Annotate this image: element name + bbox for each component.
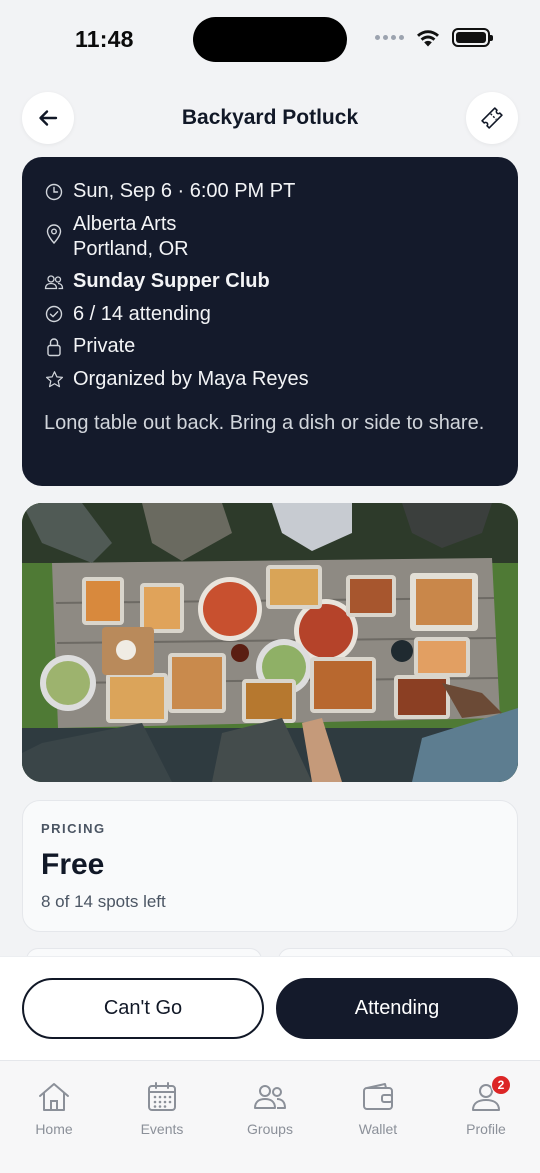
wallet-icon: [360, 1079, 396, 1115]
tab-groups[interactable]: Groups: [216, 1061, 324, 1173]
cant-go-button[interactable]: Can't Go: [22, 978, 264, 1039]
tab-label: Events: [140, 1121, 184, 1137]
cellular-dots-icon: [375, 35, 404, 40]
check-circle-icon: [44, 302, 64, 327]
home-icon: [36, 1079, 72, 1115]
page-title: Backyard Potluck: [181, 106, 359, 129]
event-location-venue: Alberta Arts: [73, 212, 177, 235]
event-organizer: Organized by Maya Reyes: [73, 367, 309, 390]
tab-label: Profile: [466, 1121, 506, 1137]
event-datetime-row: Sun, Sep 6 · 6:00 PM PT: [44, 179, 496, 204]
pricing-value: Free: [41, 848, 105, 881]
ticket-button[interactable]: [466, 92, 518, 144]
tab-label: Groups: [247, 1121, 293, 1137]
event-group: Sunday Supper Club: [73, 270, 270, 292]
tab-label: Wallet: [358, 1121, 398, 1137]
status-time: 11:48: [75, 26, 134, 52]
people-icon: [252, 1079, 288, 1115]
status-bar: 11:48: [0, 0, 540, 80]
event-info-card: Sun, Sep 6 · 6:00 PM PT Alberta Arts Por…: [22, 157, 518, 486]
potluck-table-photo: [22, 503, 518, 782]
pricing-label: PRICING: [41, 821, 106, 836]
status-icons: [375, 28, 493, 47]
tab-wallet[interactable]: Wallet: [324, 1061, 432, 1173]
pricing-card: PRICING Free 8 of 14 spots left: [22, 800, 518, 932]
rsvp-action-bar: Can't Go Attending: [0, 956, 540, 1060]
event-datetime: Sun, Sep 6 · 6:00 PM PT: [73, 180, 296, 202]
star-icon: [44, 367, 64, 392]
map-pin-icon: [44, 222, 64, 247]
event-organizer-row: Organized by Maya Reyes: [44, 367, 496, 392]
event-location-city: Portland, OR: [73, 237, 189, 260]
attending-button[interactable]: Attending: [276, 978, 518, 1039]
header: Backyard Potluck: [22, 92, 518, 146]
event-location-row[interactable]: Alberta Arts Portland, OR: [44, 212, 496, 262]
ticket-icon: [481, 107, 503, 129]
event-visibility-row: Private: [44, 334, 496, 359]
dynamic-island: [193, 17, 347, 62]
people-icon: [44, 269, 64, 294]
tab-bar: Home Events Groups Wallet 2 Profile: [0, 1060, 540, 1173]
event-visibility: Private: [73, 335, 136, 357]
notification-badge: 2: [491, 1075, 511, 1095]
event-group-row[interactable]: Sunday Supper Club: [44, 269, 496, 294]
lock-icon: [44, 334, 64, 359]
wifi-icon: [417, 29, 439, 46]
tab-label: Home: [35, 1121, 73, 1137]
tab-profile[interactable]: 2 Profile: [432, 1061, 540, 1173]
clock-icon: [44, 179, 64, 204]
battery-icon: [452, 28, 493, 47]
calendar-icon: [144, 1079, 180, 1115]
event-attendance-row: 6 / 14 attending: [44, 302, 496, 327]
event-attendance: 6 / 14 attending: [73, 302, 211, 325]
event-description: Long table out back. Bring a dish or sid…: [44, 411, 485, 434]
tab-events[interactable]: Events: [108, 1061, 216, 1173]
spots-left: 8 of 14 spots left: [41, 892, 166, 911]
tab-home[interactable]: Home: [0, 1061, 108, 1173]
